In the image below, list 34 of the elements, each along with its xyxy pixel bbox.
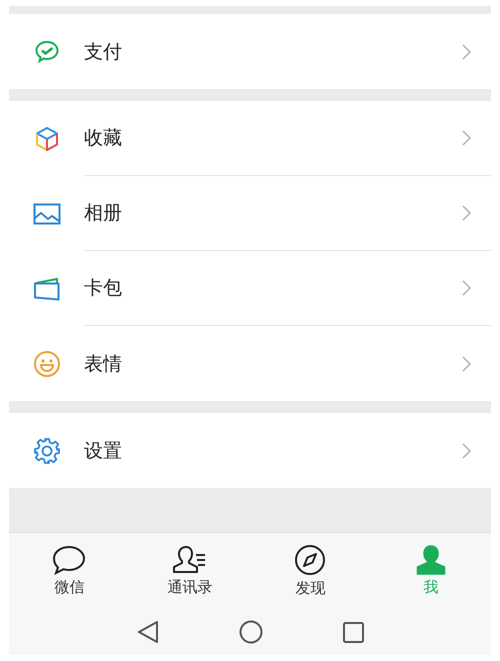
settings-icon (32, 436, 60, 464)
recents-icon[interactable] (342, 622, 364, 642)
pay-icon (34, 38, 60, 64)
menu-item[interactable]: 表情 (9, 326, 491, 401)
smiley-icon (32, 350, 60, 378)
menu-label: 表情 (84, 352, 122, 376)
menu-label: 相册 (84, 201, 122, 226)
chevron-right-icon (462, 44, 471, 60)
chevron-right-icon (462, 356, 471, 372)
menu-item[interactable]: 相册 (9, 176, 491, 251)
chat-bubble-icon (52, 545, 86, 575)
menu-item[interactable]: 卡包 (9, 251, 491, 326)
compass-icon (294, 544, 326, 576)
menu-label: 支付 (84, 40, 122, 64)
menu-item[interactable]: 收藏 (9, 101, 491, 176)
tab[interactable]: 微信 (9, 533, 130, 609)
menu-label: 设置 (84, 438, 122, 464)
tab[interactable]: 通讯录 (130, 533, 250, 609)
card-icon (32, 276, 60, 302)
chevron-right-icon (462, 280, 471, 296)
menu-item[interactable]: 设置 (9, 413, 491, 488)
chevron-right-icon (462, 130, 471, 146)
menu-label: 收藏 (84, 126, 122, 151)
chevron-right-icon (462, 442, 471, 458)
menu-item[interactable]: 支付 (9, 14, 491, 89)
person-icon (414, 545, 447, 575)
contacts-icon (172, 545, 208, 575)
chevron-right-icon (462, 205, 471, 221)
tab[interactable]: 发现 (250, 533, 370, 609)
home-icon[interactable] (238, 620, 262, 644)
cube-icon (34, 124, 60, 152)
image-icon (32, 202, 60, 224)
menu-label: 卡包 (84, 276, 122, 301)
back-icon[interactable] (136, 620, 158, 644)
